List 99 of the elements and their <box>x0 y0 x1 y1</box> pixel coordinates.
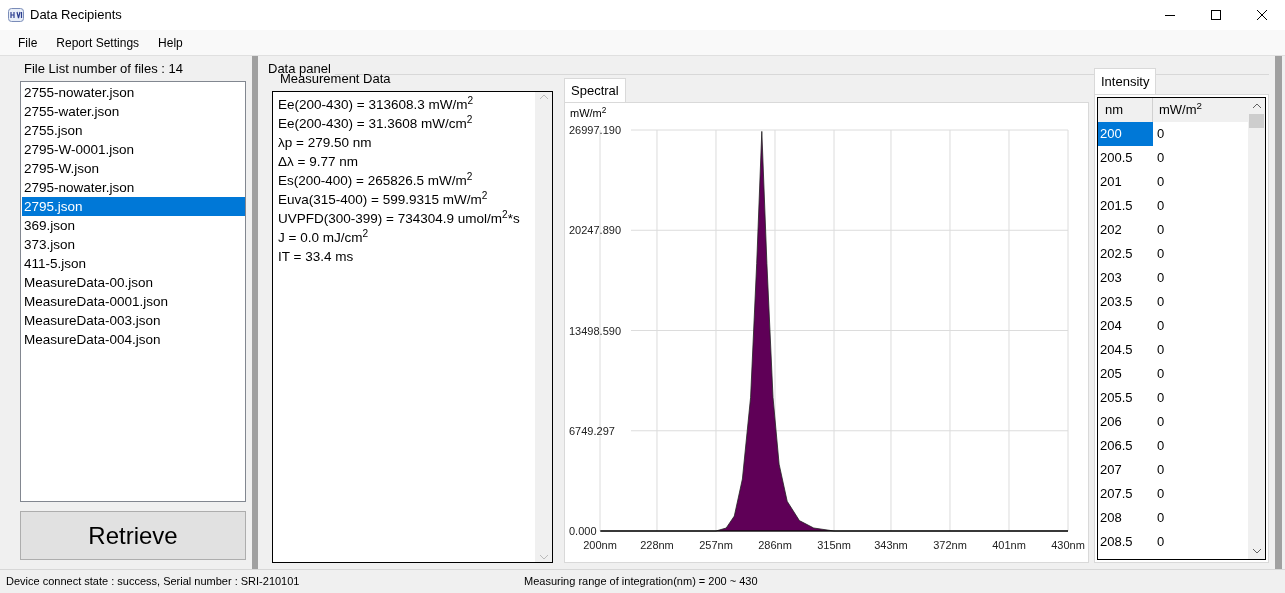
table-cell-text: 207 <box>1099 461 1123 479</box>
table-cell-text: 0 <box>1156 125 1165 143</box>
splitter[interactable] <box>252 56 258 569</box>
file-list-item[interactable]: MeasureData-00.json <box>22 273 245 292</box>
file-list-item[interactable]: 2755-water.json <box>22 102 245 121</box>
table-cell-text: 0 <box>1156 197 1165 215</box>
axis-label: 372nm <box>933 539 967 551</box>
table-cell-text: 204.5 <box>1099 341 1134 359</box>
table-cell-text: 208.5 <box>1099 533 1134 551</box>
table-cell-text: 0 <box>1156 341 1165 359</box>
axis-label: 228nm <box>640 539 674 551</box>
scroll-thumb[interactable] <box>1249 114 1264 128</box>
axis-label: 20247.890 <box>569 224 621 237</box>
file-list-item[interactable]: 411-5.json <box>22 254 245 273</box>
table-cell-text: 202 <box>1099 221 1123 239</box>
measurement-text: Ee(200-430) = 313608.3 mW/m$^{2}$ <box>278 95 475 114</box>
status-text: Measuring range of integration(nm) = 200 ~ 430 <box>524 574 758 590</box>
table-cell-text: 208 <box>1099 509 1123 527</box>
table-cell-text: 0 <box>1156 533 1165 551</box>
table-cell-text: 0 <box>1156 269 1165 287</box>
table-cell-text: 0 <box>1156 461 1165 479</box>
measurement-text: λp = 279.50 nm <box>278 134 373 152</box>
axis-label: 401nm <box>992 539 1026 551</box>
table-cell-text: 0 <box>1156 245 1165 263</box>
table-cell-text: 203 <box>1099 269 1123 287</box>
column-header[interactable]: mW/m$^{2}$ <box>1153 98 1248 122</box>
axis-label: 430nm <box>1051 539 1085 551</box>
close-icon <box>1257 10 1267 20</box>
app-logo-icon <box>8 8 24 22</box>
table-cell-text: 200.5 <box>1099 149 1134 167</box>
measurement-text: Ee(200-430) = 31.3608 mW/cm$^{2}$ <box>278 114 474 133</box>
group-title: File List number of files : 14 <box>24 60 184 78</box>
scroll-down-icon <box>539 555 548 560</box>
axis-label: 26997.190 <box>569 124 621 136</box>
table-cell-text: 201 <box>1099 173 1123 191</box>
file-list-item[interactable]: 2755-nowater.json <box>22 83 245 102</box>
file-list-item[interactable]: MeasureData-003.json <box>22 311 245 330</box>
table-cell-text: 207.5 <box>1099 485 1134 503</box>
measurement-text: Euva(315-400) = 599.9315 mW/m$^{2}$ <box>278 190 489 209</box>
scroll-down-icon <box>1252 549 1261 554</box>
axis-label: 343nm <box>874 539 908 551</box>
menu-item[interactable]: Help <box>151 33 190 52</box>
scrollbar[interactable] <box>1248 98 1265 559</box>
status-text: Device connect state : success, Serial number : SRI-210101 <box>6 574 301 590</box>
table-cell-text: 206.5 <box>1099 437 1134 455</box>
table-cell-text: 0 <box>1156 509 1165 527</box>
table-cell-text: 0 <box>1156 485 1165 503</box>
file-list-item[interactable]: 2795.json <box>22 197 245 216</box>
tab[interactable]: Intensity <box>1094 68 1157 94</box>
table-cell-text: 205 <box>1099 365 1123 383</box>
file-list-item[interactable]: 2755.json <box>22 121 245 140</box>
table-cell-text: 206 <box>1099 413 1123 431</box>
file-list-item[interactable]: 373.json <box>22 235 245 254</box>
scroll-up-icon <box>539 94 548 99</box>
table-cell-text: 0 <box>1156 221 1165 239</box>
retrieve-button[interactable]: Retrieve <box>20 511 246 560</box>
scroll-up-icon <box>1252 103 1261 108</box>
table-cell-text: 0 <box>1156 317 1165 335</box>
measurement-text: IT = 33.4 ms <box>278 248 355 266</box>
splitter[interactable] <box>1275 56 1282 569</box>
axis-label: 315nm <box>817 539 851 551</box>
file-list-item[interactable]: 2795-W.json <box>22 159 245 178</box>
table-cell-text: 0 <box>1156 293 1165 311</box>
axis-label: 0.000 <box>569 525 597 537</box>
table-cell: 200 <box>1098 122 1153 146</box>
table-cell-text: 204 <box>1099 317 1123 335</box>
file-list-item[interactable]: MeasureData-004.json <box>22 330 245 349</box>
table-cell-text: 201.5 <box>1099 197 1134 215</box>
measurement-text: Δλ = 9.77 nm <box>278 153 359 171</box>
table-cell-text: 0 <box>1156 389 1165 407</box>
file-list-item[interactable]: MeasureData-0001.json <box>22 292 245 311</box>
table-cell-text: 0 <box>1156 173 1165 191</box>
menu-item[interactable]: File <box>11 33 45 52</box>
file-list-item[interactable]: 2795-W-0001.json <box>22 140 245 159</box>
tab[interactable]: Spectral <box>564 78 626 102</box>
measurement-text: UVPFD(300-399) = 734304.9 umol/m$^{2}$*s <box>278 209 521 228</box>
minimize-icon <box>1165 14 1175 16</box>
file-list[interactable] <box>20 81 246 502</box>
table-cell-text: 0 <box>1156 149 1165 167</box>
file-list-item[interactable]: 2795-nowater.json <box>22 178 245 197</box>
table-cell-text: 202.5 <box>1099 245 1134 263</box>
table-cell-text: 203.5 <box>1099 293 1134 311</box>
menu-item[interactable]: Report Settings <box>49 33 147 52</box>
table-cell-text: 0 <box>1156 437 1165 455</box>
file-list-item[interactable]: 369.json <box>22 216 245 235</box>
axis-label: 6749.297 <box>569 424 615 437</box>
measurement-text: J = 0.0 mJ/cm$^{2}$ <box>278 228 370 247</box>
table-cell-text: 205.5 <box>1099 389 1134 407</box>
axis-label: 200nm <box>583 539 617 551</box>
axis-label: 286nm <box>758 539 792 551</box>
scrollbar[interactable] <box>535 92 552 562</box>
measurement-text: Es(200-400) = 265826.5 mW/m$^{2}$ <box>278 171 474 190</box>
window-title: Data Recipients <box>30 6 122 25</box>
table-cell-text: 0 <box>1156 413 1165 431</box>
axis-label: 257nm <box>699 539 733 551</box>
maximize-icon <box>1211 10 1221 20</box>
table-cell-text: 0 <box>1156 365 1165 383</box>
axis-unit: mW/m$^{2}$ <box>570 106 607 120</box>
axis-label: 13498.590 <box>569 324 621 337</box>
